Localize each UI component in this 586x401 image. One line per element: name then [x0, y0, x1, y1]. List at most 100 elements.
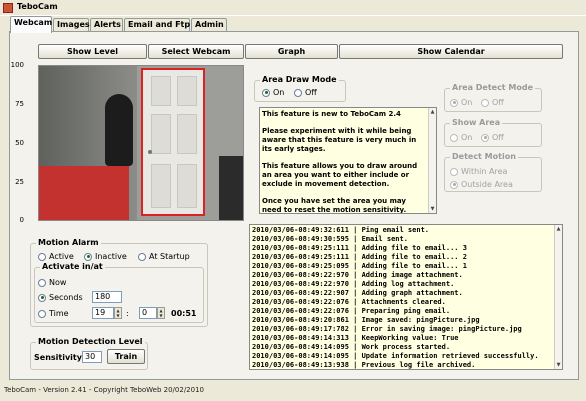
radio-label: Active: [49, 252, 74, 261]
camera-red-object: [39, 166, 129, 220]
radio-indicator: [450, 133, 458, 142]
log-entry: 2010/03/06-08:49:14:313 | KeepWorking va…: [252, 334, 459, 342]
radio-label: Within Area: [461, 167, 508, 176]
area-detect-on-radio[interactable]: On: [450, 98, 472, 107]
area-detect-off-radio[interactable]: Off: [481, 98, 504, 107]
radio-indicator: [138, 252, 146, 261]
info-scrollbar[interactable]: ▲ ▼: [428, 108, 436, 213]
show-area-on-radio[interactable]: On: [450, 133, 472, 142]
radio-label: Seconds: [49, 293, 83, 302]
minute-spinner[interactable]: ▲ ▼: [157, 307, 165, 319]
camera-dark-figure: [105, 94, 133, 166]
radio-label: Off: [492, 133, 504, 142]
tab-webcam[interactable]: Webcam: [10, 16, 52, 33]
radio-indicator: [38, 278, 46, 287]
area-draw-mode-title: Area Draw Mode: [260, 75, 339, 84]
alarm-at-startup-radio[interactable]: At Startup: [138, 252, 190, 261]
radio-indicator: [262, 88, 270, 97]
radio-indicator: [84, 252, 92, 261]
radio-indicator: [481, 98, 489, 107]
info-text: This feature is new to TeboCam 2.4 Pleas…: [262, 110, 426, 213]
tab-alerts[interactable]: Alerts: [90, 18, 123, 32]
seconds-input[interactable]: 180: [92, 291, 122, 303]
log-entry: 2010/03/06-08:49:25:095 | Adding file to…: [252, 262, 467, 270]
scroll-down-icon[interactable]: ▼: [555, 361, 562, 369]
select-webcam-button[interactable]: Select Webcam: [148, 44, 244, 59]
activate-time-radio[interactable]: Time: [38, 309, 69, 318]
area-detect-mode-title: Area Detect Mode: [450, 83, 536, 92]
activate-now-radio[interactable]: Now: [38, 278, 66, 287]
activate-seconds-radio[interactable]: Seconds: [38, 293, 83, 302]
log-entry: 2010/03/06-08:49:25:111 | Adding file to…: [252, 253, 467, 261]
minute-input[interactable]: 0: [139, 307, 157, 319]
level-label-75: 75: [15, 100, 24, 108]
log-entry: 2010/03/06-08:49:14:095 | Work process s…: [252, 343, 451, 351]
area-feature-info-box[interactable]: This feature is new to TeboCam 2.4 Pleas…: [259, 107, 437, 214]
motion-alarm-title: Motion Alarm: [36, 238, 101, 247]
radio-indicator: [450, 180, 458, 189]
level-label-0: 0: [19, 216, 24, 224]
status-bar: TeboCam - Version 2.41 - Copyright TeboW…: [4, 386, 204, 394]
tab-images[interactable]: Images: [53, 18, 90, 32]
log-entry: 2010/03/06-08:49:20:861 | Image saved: p…: [252, 316, 480, 324]
level-label-25: 25: [15, 178, 24, 186]
radio-indicator: [450, 167, 458, 176]
radio-label: On: [273, 88, 285, 97]
radio-label: On: [461, 133, 473, 142]
info-paragraph: This feature is new to TeboCam 2.4: [262, 110, 401, 118]
level-label-100: 100: [10, 61, 24, 69]
scroll-up-icon[interactable]: ▲: [555, 225, 562, 233]
scroll-up-icon[interactable]: ▲: [429, 108, 436, 116]
radio-label: Off: [305, 88, 317, 97]
activate-in-at-title: Activate in/at: [40, 262, 105, 271]
train-button[interactable]: Train: [107, 349, 145, 364]
hour-input[interactable]: 19: [92, 307, 114, 319]
log-list[interactable]: 2010/03/06-08:49:32:611 | Ping email sen…: [249, 224, 563, 370]
log-entry: 2010/03/06-08:49:22:076 | Attachments cl…: [252, 298, 446, 306]
app-icon: [3, 3, 13, 13]
window-title: TeboCam: [17, 2, 58, 11]
radio-label: Now: [49, 278, 67, 287]
sensitivity-input[interactable]: 30: [82, 351, 102, 363]
log-entry: 2010/03/06-08:49:22:076 | Preparing ping…: [252, 307, 451, 315]
log-entry: 2010/03/06-08:49:17:782 | Error in savin…: [252, 325, 522, 333]
title-bar: TeboCam: [0, 0, 586, 16]
scroll-down-icon[interactable]: ▼: [429, 205, 436, 213]
tab-admin[interactable]: Admin: [191, 18, 227, 32]
radio-label: Time: [49, 309, 69, 318]
radio-label: At Startup: [149, 252, 190, 261]
radio-label: Inactive: [95, 252, 127, 261]
radio-indicator: [294, 88, 302, 97]
detect-outside-area-radio[interactable]: Outside Area: [450, 180, 513, 189]
log-entry: 2010/03/06-08:49:22:970 | Adding log att…: [252, 280, 455, 288]
show-area-off-radio[interactable]: Off: [481, 133, 504, 142]
log-entry: 2010/03/06-08:49:14:095 | Update informa…: [252, 352, 539, 360]
area-draw-on-radio[interactable]: On: [262, 88, 284, 97]
webcam-view[interactable]: [38, 65, 244, 221]
log-lines: 2010/03/06-08:49:32:611 | Ping email sen…: [252, 226, 552, 369]
show-level-button[interactable]: Show Level: [38, 44, 147, 59]
radio-indicator: [38, 309, 46, 318]
radio-indicator: [38, 293, 46, 302]
hour-spinner[interactable]: ▲ ▼: [114, 307, 122, 319]
camera-chair: [219, 156, 243, 220]
show-area-title: Show Area: [450, 118, 503, 127]
radio-indicator: [481, 133, 489, 142]
time-separator: :: [126, 309, 129, 318]
log-scrollbar[interactable]: ▲ ▼: [554, 225, 562, 369]
radio-label: Off: [492, 98, 504, 107]
detection-area-rectangle: [141, 68, 205, 216]
area-draw-off-radio[interactable]: Off: [294, 88, 317, 97]
sensitivity-label: Sensitivity: [34, 353, 82, 362]
show-calendar-button[interactable]: Show Calendar: [339, 44, 563, 59]
graph-button[interactable]: Graph: [245, 44, 338, 59]
log-entry: 2010/03/06-08:49:32:611 | Ping email sen…: [252, 226, 430, 234]
alarm-inactive-radio[interactable]: Inactive: [84, 252, 127, 261]
level-label-50: 50: [15, 139, 24, 147]
info-paragraph: Please experiment with it while being aw…: [262, 127, 417, 153]
alarm-active-radio[interactable]: Active: [38, 252, 74, 261]
current-time-label: 00:51: [171, 309, 197, 318]
detect-within-area-radio[interactable]: Within Area: [450, 167, 507, 176]
radio-indicator: [450, 98, 458, 107]
tab-email-and-ftp[interactable]: Email and Ftp: [124, 18, 190, 32]
